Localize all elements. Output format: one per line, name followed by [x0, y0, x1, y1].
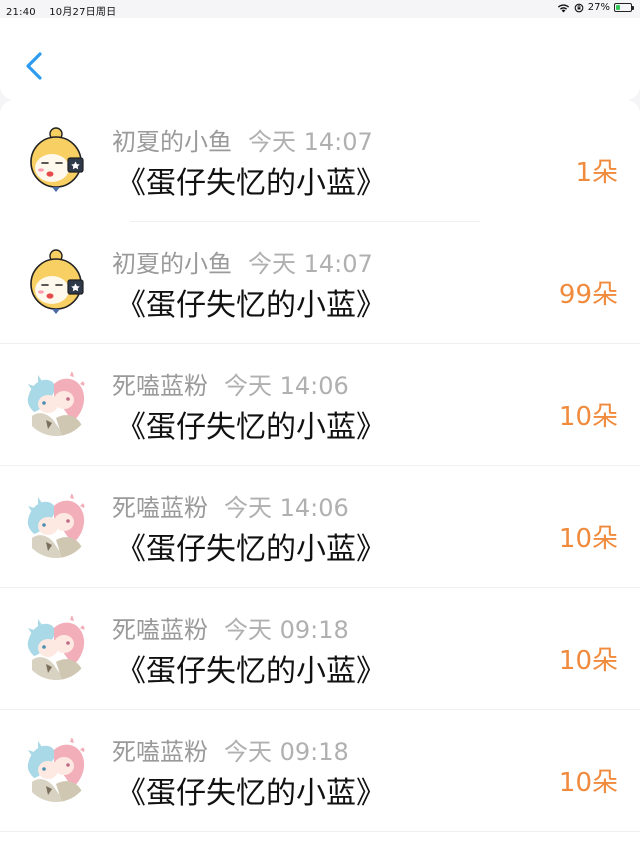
list-item[interactable]: 初夏的小鱼 今天 14:07 《蛋仔失忆的小蓝》 1朵 [0, 100, 640, 222]
name-line: 初夏的小鱼 今天 14:07 [112, 122, 373, 157]
flower-count: 10朵 [558, 768, 618, 798]
battery-percent: 27% [587, 2, 610, 13]
yellow-character-avatar-icon [22, 246, 90, 314]
reward-list: 初夏的小鱼 今天 14:07 《蛋仔失忆的小蓝》 1朵 初夏的小鱼 今天 14:07 《蛋仔… [0, 100, 640, 853]
work-title: 《蛋仔失忆的小蓝》 [116, 654, 386, 689]
timestamp: 今天 09:18 [224, 616, 349, 644]
yellow-character-avatar-icon [22, 124, 90, 192]
timestamp: 今天 09:18 [224, 738, 349, 766]
anime-pair-avatar-icon [22, 490, 90, 558]
list-item[interactable]: 死嗑蓝粉 今天 09:18 《蛋仔失忆的小蓝》 10朵 [0, 588, 640, 710]
anime-pair-avatar-icon [22, 368, 90, 436]
name-line: 死嗑蓝粉 今天 14:06 [112, 488, 349, 523]
work-title: 《蛋仔失忆的小蓝》 [116, 288, 386, 323]
work-title: 《蛋仔失忆的小蓝》 [116, 532, 386, 567]
name-line: 初夏的小鱼 今天 14:07 [112, 244, 373, 279]
avatar[interactable] [22, 612, 90, 680]
avatar[interactable] [22, 490, 90, 558]
user-name[interactable]: 初夏的小鱼 [112, 128, 232, 156]
name-line: 死嗑蓝粉 今天 09:18 [112, 732, 349, 767]
orientation-lock-icon [574, 3, 584, 12]
timestamp: 今天 14:06 [224, 494, 349, 522]
avatar[interactable] [22, 124, 90, 192]
nav-bar [0, 18, 640, 100]
user-name[interactable]: 死嗑蓝粉 [112, 372, 208, 400]
timestamp: 今天 14:07 [248, 250, 373, 278]
list-item[interactable]: 死嗑蓝粉 今天 09:18 《蛋仔失忆的小蓝》 10朵 [0, 710, 640, 832]
status-bar-left: 21:40 10月27日周日 [6, 3, 126, 18]
status-bar: 21:40 10月27日周日 27% [0, 0, 640, 18]
status-bar-right: 27% [557, 2, 634, 13]
timestamp: 今天 14:06 [224, 372, 349, 400]
flower-count: 10朵 [558, 402, 618, 432]
flower-count: 10朵 [558, 524, 618, 554]
work-title: 《蛋仔失忆的小蓝》 [116, 410, 386, 445]
avatar[interactable] [22, 368, 90, 436]
work-title: 《蛋仔失忆的小蓝》 [116, 776, 386, 811]
timestamp: 今天 14:07 [248, 128, 373, 156]
anime-pair-avatar-icon [22, 612, 90, 680]
user-name[interactable]: 死嗑蓝粉 [112, 738, 208, 766]
chevron-left-icon [26, 52, 42, 80]
name-line: 死嗑蓝粉 今天 09:18 [112, 610, 349, 645]
list-item[interactable]: 死嗑蓝粉 今天 14:06 《蛋仔失忆的小蓝》 10朵 [0, 344, 640, 466]
status-date: 10月27日周日 [49, 7, 117, 18]
row-divider [0, 831, 640, 832]
avatar[interactable] [22, 246, 90, 314]
battery-fill [616, 5, 620, 10]
back-button[interactable] [20, 46, 52, 86]
flower-count: 1朵 [575, 158, 618, 188]
anime-pair-avatar-icon [22, 734, 90, 802]
work-title: 《蛋仔失忆的小蓝》 [116, 166, 386, 201]
list-item[interactable]: 死嗑蓝粉 今天 14:06 《蛋仔失忆的小蓝》 10朵 [0, 466, 640, 588]
flower-count: 10朵 [558, 646, 618, 676]
status-time: 21:40 [6, 7, 36, 18]
list-item[interactable]: 初夏的小鱼 今天 14:07 《蛋仔失忆的小蓝》 99朵 [0, 222, 640, 344]
wifi-icon [557, 3, 569, 12]
name-line: 死嗑蓝粉 今天 14:06 [112, 366, 349, 401]
user-name[interactable]: 死嗑蓝粉 [112, 494, 208, 522]
battery-icon [614, 3, 634, 12]
user-name[interactable]: 死嗑蓝粉 [112, 616, 208, 644]
user-name[interactable]: 初夏的小鱼 [112, 250, 232, 278]
avatar[interactable] [22, 734, 90, 802]
flower-count: 99朵 [558, 280, 618, 310]
